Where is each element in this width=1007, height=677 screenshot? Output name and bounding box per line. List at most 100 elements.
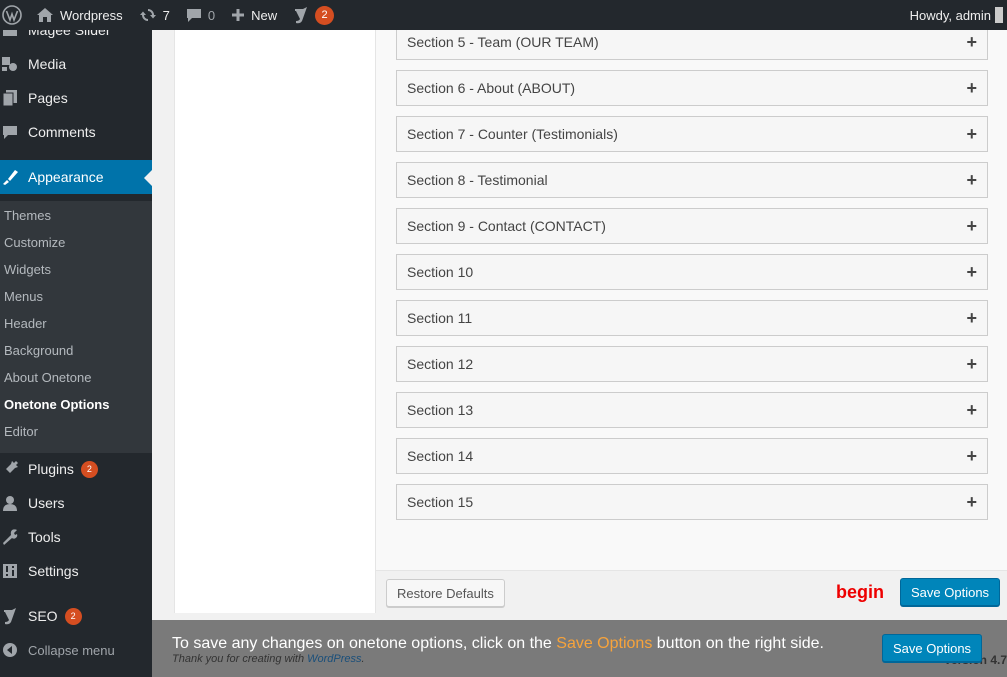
expand-plus-icon[interactable]: +: [966, 171, 977, 189]
expand-plus-icon[interactable]: +: [966, 355, 977, 373]
options-footer: Restore Defaults begin Save Options: [376, 570, 1007, 613]
section-toggle[interactable]: Section 8 - Testimonial +: [396, 162, 988, 198]
submenu-item-background[interactable]: Background: [4, 343, 73, 358]
expand-plus-icon[interactable]: +: [966, 33, 977, 51]
sidebar-item-tools[interactable]: Tools: [0, 525, 152, 549]
collapse-menu-button[interactable]: Collapse menu: [0, 638, 152, 662]
admin-bar: Wordpress 7 0 New 2 Howdy, admin: [0, 0, 1007, 30]
save-options-button[interactable]: Save Options: [900, 578, 1001, 606]
thanks-period: .: [361, 653, 365, 665]
expand-plus-icon[interactable]: +: [966, 493, 977, 511]
plugins-update-badge: 2: [80, 460, 98, 478]
comments-link[interactable]: 0: [178, 0, 223, 30]
section-toggle[interactable]: Section 12 +: [396, 346, 988, 382]
submenu-item-header[interactable]: Header: [4, 316, 47, 331]
sidebar-item-users[interactable]: Users: [0, 491, 152, 515]
begin-label: begin: [836, 582, 884, 602]
section-toggle[interactable]: Section 9 - Contact (CONTACT) +: [396, 208, 988, 244]
sidebar-item-label: Plugins: [28, 461, 74, 477]
submenu-item-themes[interactable]: Themes: [4, 208, 51, 223]
sidebar-item-media[interactable]: Media: [0, 52, 152, 76]
sidebar-item-label: Tools: [28, 529, 61, 545]
section-toggle[interactable]: Section 11 +: [396, 300, 988, 336]
expand-plus-icon[interactable]: +: [966, 447, 977, 465]
wordpress-logo-icon[interactable]: [0, 0, 28, 30]
expand-plus-icon[interactable]: +: [966, 125, 977, 143]
main-content: Section 5 - Team (OUR TEAM) + Section 6 -…: [152, 24, 1007, 620]
restore-defaults-button[interactable]: Restore Defaults: [386, 579, 505, 607]
sidebar-item-label: Appearance: [28, 169, 104, 185]
section-title: Section 14: [407, 448, 474, 464]
admin-sidebar: Magee Slider Media Pages Comments Appear…: [0, 22, 152, 677]
pages-icon: [0, 88, 20, 108]
section-title: Section 10: [407, 264, 474, 280]
section-toggle[interactable]: Section 14 +: [396, 438, 988, 474]
new-content-link[interactable]: New: [223, 0, 285, 30]
notice-message: To save any changes on onetone options, …: [172, 635, 824, 653]
section-toggle[interactable]: Section 13 +: [396, 392, 988, 428]
options-tab-column: [175, 30, 376, 613]
settings-icon: [0, 561, 20, 581]
section-toggle[interactable]: Section 7 - Counter (Testimonials) +: [396, 116, 988, 152]
avatar: [995, 7, 1003, 23]
notice-highlight: Save Options: [556, 635, 653, 652]
submenu-item-widgets[interactable]: Widgets: [4, 262, 51, 277]
notice-save-options-button[interactable]: Save Options: [882, 634, 983, 662]
expand-plus-icon[interactable]: +: [966, 263, 977, 281]
site-name-link[interactable]: Wordpress: [28, 0, 131, 30]
notice-text-before: To save any changes on onetone options, …: [172, 635, 557, 652]
notice-text-after: button on the right side.: [652, 635, 824, 652]
sidebar-item-appearance[interactable]: Appearance: [0, 160, 152, 194]
collapse-arrow-icon: [0, 640, 20, 660]
sidebar-item-pages[interactable]: Pages: [0, 86, 152, 110]
section-toggle[interactable]: Section 10 +: [396, 254, 988, 290]
plus-icon: [232, 9, 245, 21]
yoast-icon: [0, 606, 20, 626]
yoast-badge: 2: [315, 5, 335, 25]
submenu-item-editor[interactable]: Editor: [4, 424, 38, 439]
my-account-link[interactable]: Howdy, admin: [902, 0, 1007, 30]
updates-count: 7: [162, 7, 170, 23]
new-label: New: [251, 7, 278, 23]
sidebar-item-seo[interactable]: SEO 2: [0, 604, 152, 628]
expand-plus-icon[interactable]: +: [966, 309, 977, 327]
updates-link[interactable]: 7: [131, 0, 178, 30]
home-icon: [37, 8, 53, 22]
section-toggle[interactable]: Section 15 +: [396, 484, 988, 520]
yoast-icon: [295, 7, 308, 24]
sidebar-item-comments[interactable]: Comments: [0, 120, 152, 144]
thanks-text: Thank you for creating with: [172, 653, 308, 665]
plugins-icon: [0, 459, 20, 479]
comment-bubble-icon: [186, 9, 201, 22]
users-icon: [0, 493, 20, 513]
section-title: Section 13: [407, 402, 474, 418]
sidebar-item-plugins[interactable]: Plugins 2: [0, 457, 152, 481]
sidebar-item-label: Users: [28, 495, 65, 511]
sidebar-item-settings[interactable]: Settings: [0, 559, 152, 583]
comments-count: 0: [207, 7, 216, 23]
appearance-icon: [0, 167, 20, 187]
seo-badge: 2: [64, 607, 82, 625]
expand-plus-icon[interactable]: +: [966, 79, 977, 97]
section-title: Section 5 - Team (OUR TEAM): [407, 34, 599, 50]
updates-icon: [139, 9, 156, 21]
expand-plus-icon[interactable]: +: [966, 401, 977, 419]
submenu-item-menus[interactable]: Menus: [4, 289, 43, 304]
media-icon: [0, 54, 20, 74]
site-name: Wordpress: [60, 7, 123, 23]
sidebar-item-label: SEO: [28, 608, 58, 624]
submenu-item-about-onetone[interactable]: About Onetone: [4, 370, 91, 385]
section-title: Section 9 - Contact (CONTACT): [407, 218, 606, 234]
appearance-submenu: Themes Customize Widgets Menus Header Ba…: [0, 201, 152, 453]
submenu-item-onetone-options[interactable]: Onetone Options: [4, 397, 109, 412]
options-panel: Section 5 - Team (OUR TEAM) + Section 6 -…: [174, 24, 1007, 613]
save-notice-bar: To save any changes on onetone options, …: [152, 620, 1007, 677]
yoast-seo-link[interactable]: 2: [285, 0, 342, 30]
expand-plus-icon[interactable]: +: [966, 217, 977, 235]
wordpress-link[interactable]: WordPress: [307, 653, 361, 665]
tools-icon: [0, 527, 20, 547]
sidebar-item-label: Pages: [28, 90, 68, 106]
section-title: Section 12: [407, 356, 474, 372]
submenu-item-customize[interactable]: Customize: [4, 235, 65, 250]
section-toggle[interactable]: Section 6 - About (ABOUT) +: [396, 70, 988, 106]
